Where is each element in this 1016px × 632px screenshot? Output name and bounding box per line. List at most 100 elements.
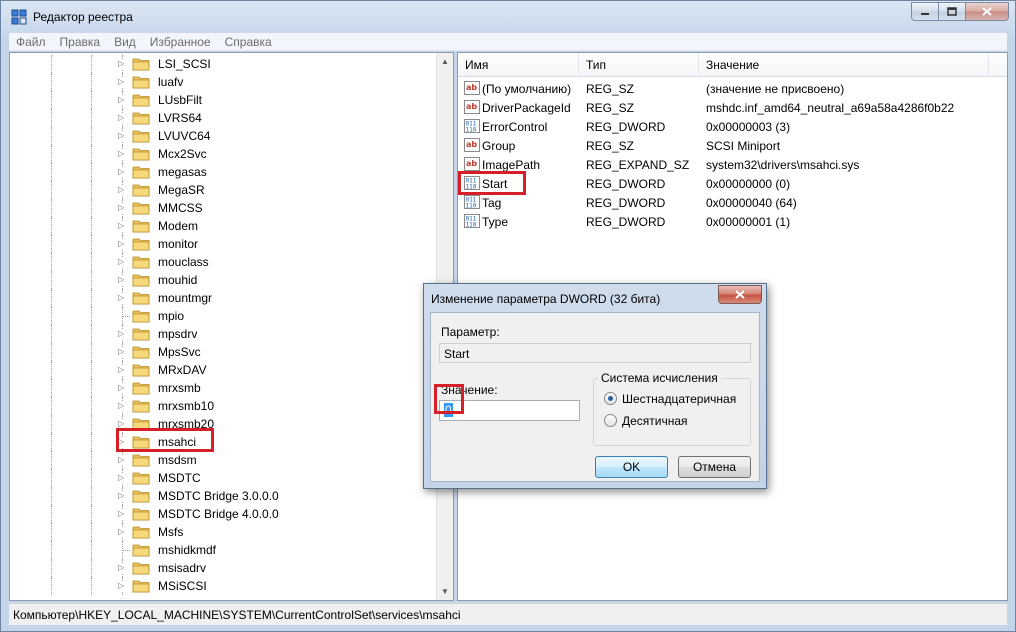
ok-button[interactable]: OK (595, 456, 668, 478)
expand-arrow-icon[interactable]: ▷ (118, 59, 127, 69)
binary-value-icon: 011110 (464, 195, 480, 210)
expand-arrow-icon[interactable]: ▷ (118, 365, 127, 375)
tree-item[interactable]: mpio (10, 307, 440, 325)
menu-file[interactable]: Файл (9, 35, 53, 49)
scroll-up-arrow-icon[interactable]: ▲ (437, 53, 453, 70)
menu-edit[interactable]: Правка (53, 35, 108, 49)
expand-arrow-icon[interactable]: ▷ (118, 77, 127, 87)
dialog-close-button[interactable] (718, 285, 762, 304)
expand-arrow-icon[interactable]: ▷ (118, 185, 127, 195)
tree-item[interactable]: ▷ MegaSR (10, 181, 440, 199)
menu-help[interactable]: Справка (218, 35, 279, 49)
tree-item[interactable]: ▷ MpsSvc (10, 343, 440, 361)
tree-item[interactable]: ▷ mrxsmb10 (10, 397, 440, 415)
tree-item[interactable]: ▷ LUsbFilt (10, 91, 440, 109)
tree-item[interactable]: ▷ mountmgr (10, 289, 440, 307)
tree-item-label: megasas (158, 165, 207, 179)
column-header-name[interactable]: Имя (458, 53, 579, 77)
expand-arrow-icon[interactable]: ▷ (118, 563, 127, 573)
folder-icon (132, 112, 150, 125)
value-row[interactable]: ab Group REG_SZ SCSI Miniport (458, 136, 1007, 155)
tree-item[interactable]: ▷ MSDTC Bridge 3.0.0.0 (10, 487, 440, 505)
value-row[interactable]: 011 110 Start REG_DWORD 0x00000000 (0) (458, 174, 1007, 193)
tree-item-label: msisadrv (158, 561, 207, 575)
tree-item[interactable]: ▷ Mcx2Svc (10, 145, 440, 163)
tree-guide-line (51, 415, 52, 433)
tree-item[interactable]: ▷ LSI_SCSI (10, 55, 440, 73)
expand-arrow-icon[interactable]: ▷ (118, 527, 127, 537)
svg-text:110: 110 (466, 127, 477, 134)
tree-item[interactable]: ▷ LVUVC64 (10, 127, 440, 145)
tree-item[interactable]: ▷ megasas (10, 163, 440, 181)
expand-arrow-icon[interactable]: ▷ (118, 95, 127, 105)
tree-item[interactable]: ▷ luafv (10, 73, 440, 91)
value-row[interactable]: ab ImagePath REG_EXPAND_SZ system32\drivers… (458, 155, 1007, 174)
tree-item-label: mrxsmb (158, 381, 201, 395)
scroll-down-arrow-icon[interactable]: ▼ (437, 583, 453, 600)
expand-arrow-icon[interactable]: ▷ (118, 257, 127, 267)
column-header-type[interactable]: Тип (579, 53, 699, 77)
expand-arrow-icon[interactable]: ▷ (118, 203, 127, 213)
close-button[interactable] (965, 2, 1009, 21)
tree-item[interactable]: ▷ msisadrv (10, 559, 440, 577)
tree-item[interactable]: ▷ mrxsmb (10, 379, 440, 397)
expand-arrow-icon[interactable]: ▷ (118, 239, 127, 249)
expand-arrow-icon[interactable]: ▷ (118, 455, 127, 465)
value-row[interactable]: ab (По умолчанию) REG_SZ (значение не присв… (458, 79, 1007, 98)
tree-item[interactable]: ▷ MSiSCSI (10, 577, 440, 595)
value-row[interactable]: 011 110 Type REG_DWORD 0x00000001 (1) (458, 212, 1007, 231)
title-bar[interactable]: Редактор реестра (1, 1, 1015, 33)
tree-item[interactable]: ▷ mouhid (10, 271, 440, 289)
tree-item[interactable]: mshidkmdf (10, 541, 440, 559)
svg-text:ab: ab (466, 83, 477, 92)
expand-arrow-icon[interactable]: ▷ (118, 491, 127, 501)
tree-guide-line (91, 469, 92, 487)
menu-view[interactable]: Вид (107, 35, 143, 49)
tree-item[interactable]: ▷ mouclass (10, 253, 440, 271)
expand-arrow-icon[interactable]: ▷ (118, 473, 127, 483)
value-row[interactable]: 011 110 Tag REG_DWORD 0x00000040 (64) (458, 193, 1007, 212)
tree-item[interactable]: ▷ Msfs (10, 523, 440, 541)
tree-item[interactable]: ▷ MSDTC (10, 469, 440, 487)
expand-arrow-icon[interactable]: ▷ (118, 167, 127, 177)
tree-item[interactable]: ▷ Modem (10, 217, 440, 235)
tree-item[interactable]: ▷ MSDTC Bridge 4.0.0.0 (10, 505, 440, 523)
tree-item[interactable]: ▷ MRxDAV (10, 361, 440, 379)
expand-arrow-icon[interactable]: ▷ (118, 131, 127, 141)
tree-item-label: MSiSCSI (158, 579, 207, 593)
cancel-button[interactable]: Отмена (678, 456, 751, 478)
value-row[interactable]: 011 110 ErrorControl REG_DWORD 0x00000003 (3… (458, 117, 1007, 136)
string-value-icon: ab (464, 81, 480, 95)
expand-arrow-icon[interactable]: ▷ (118, 293, 127, 303)
folder-icon (132, 508, 150, 521)
folder-icon (132, 220, 150, 233)
tree-item[interactable]: ▷ msahci (10, 433, 440, 451)
tree-item[interactable]: ▷ mpsdrv (10, 325, 440, 343)
column-header-value[interactable]: Значение (699, 53, 989, 77)
tree-item[interactable]: ▷ LVRS64 (10, 109, 440, 127)
expand-arrow-icon[interactable]: ▷ (118, 509, 127, 519)
tree-guide-line (51, 505, 52, 523)
radio-hexadecimal[interactable]: Шестнадцатеричная (604, 392, 736, 406)
registry-tree[interactable]: ▷ LSI_SCSI ▷ luafv ▷ LUsbFilt ▷ LVRS64 ▷ LVUVC64 ▷… (9, 52, 454, 601)
radio-decimal[interactable]: Десятичная (604, 414, 688, 428)
tree-item[interactable]: ▷ msdsm (10, 451, 440, 469)
expand-arrow-icon[interactable]: ▷ (118, 347, 127, 357)
expand-arrow-icon[interactable]: ▷ (118, 221, 127, 231)
minimize-button[interactable] (911, 2, 939, 21)
expand-arrow-icon[interactable]: ▷ (118, 113, 127, 123)
expand-arrow-icon[interactable]: ▷ (118, 383, 127, 393)
tree-guide-line (91, 289, 92, 307)
expand-arrow-icon[interactable]: ▷ (118, 275, 127, 285)
expand-arrow-icon[interactable]: ▷ (118, 149, 127, 159)
maximize-button[interactable] (938, 2, 966, 21)
value-row[interactable]: ab DriverPackageId REG_SZ mshdc.inf_amd64_n… (458, 98, 1007, 117)
tree-guide-line (51, 127, 52, 145)
tree-item[interactable]: ▷ MMCSS (10, 199, 440, 217)
menu-favorites[interactable]: Избранное (143, 35, 218, 49)
expand-arrow-icon[interactable]: ▷ (118, 581, 127, 591)
tree-item[interactable]: ▷ mrxsmb20 (10, 415, 440, 433)
expand-arrow-icon[interactable]: ▷ (118, 329, 127, 339)
tree-item[interactable]: ▷ monitor (10, 235, 440, 253)
expand-arrow-icon[interactable]: ▷ (118, 401, 127, 411)
